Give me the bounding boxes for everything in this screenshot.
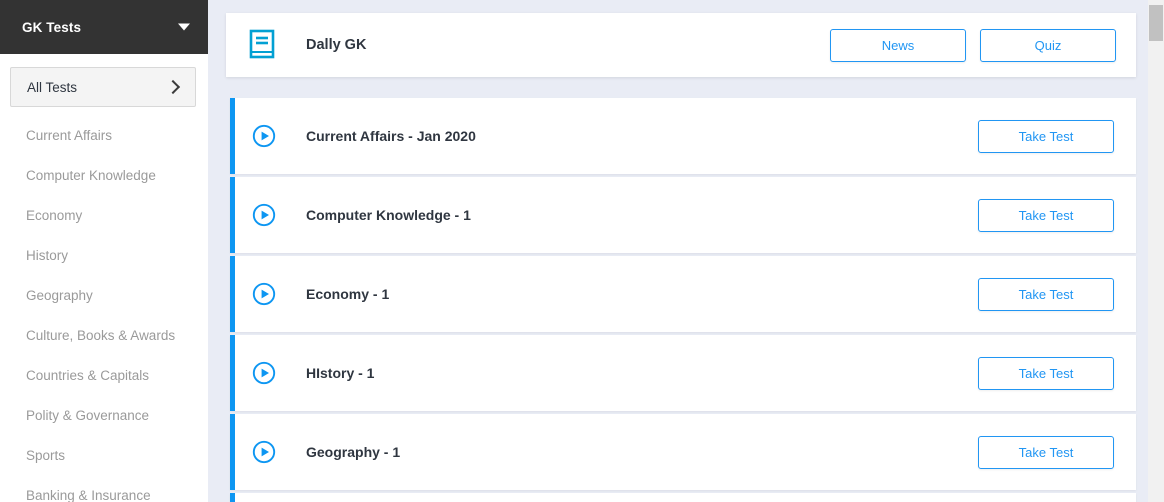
daily-gk-header-card: Dally GK News Quiz — [226, 13, 1136, 77]
sidebar-item-current-affairs[interactable]: Current Affairs — [0, 115, 208, 155]
quiz-button[interactable]: Quiz — [980, 28, 1116, 62]
take-test-button[interactable]: Take Test — [978, 277, 1114, 311]
sidebar-item-label: Countries & Capitals — [26, 367, 150, 383]
page-title: Dally GK — [306, 37, 367, 53]
news-button[interactable]: News — [830, 28, 966, 62]
sidebar-item-culture-books-awards[interactable]: Culture, Books & Awards — [0, 315, 208, 355]
play-circle-icon[interactable] — [252, 203, 276, 227]
test-list: Current Affairs - Jan 2020 Take Test Com… — [230, 98, 1136, 502]
sidebar-item-sports[interactable]: Sports — [0, 435, 208, 475]
sidebar-item-label: Polity & Governance — [26, 407, 150, 423]
sidebar-item-label: Economy — [26, 207, 83, 223]
row-accent-bar — [230, 335, 235, 411]
test-title: Geography - 1 — [306, 444, 401, 460]
sidebar-item-economy[interactable]: Economy — [0, 195, 208, 235]
play-circle-icon[interactable] — [252, 124, 276, 148]
chevron-right-icon — [165, 79, 181, 95]
row-accent-bar — [230, 414, 235, 490]
table-row[interactable]: Current Affairs - Jan 2020 Take Test — [230, 98, 1136, 174]
take-test-button[interactable]: Take Test — [978, 119, 1114, 153]
test-title: Computer Knowledge - 1 — [306, 207, 471, 223]
app-root: GK Tests All Tests Current Affairs Compu… — [0, 0, 1164, 502]
sidebar-item-label: Culture, Books & Awards — [26, 327, 176, 343]
take-test-button[interactable]: Take Test — [978, 198, 1114, 232]
take-test-button[interactable]: Take Test — [978, 435, 1114, 469]
sidebar: GK Tests All Tests Current Affairs Compu… — [0, 0, 208, 502]
sidebar-item-label: History — [26, 247, 69, 263]
main-content: Dally GK News Quiz Current Affairs - Jan… — [208, 0, 1148, 502]
play-circle-icon[interactable] — [252, 282, 276, 306]
sidebar-header[interactable]: GK Tests — [0, 0, 208, 54]
row-accent-bar — [230, 256, 235, 332]
table-row[interactable]: Computer Knowledge - 1 Take Test — [230, 177, 1136, 253]
take-test-button[interactable]: Take Test — [978, 356, 1114, 390]
table-row[interactable]: HIstory - 1 Take Test — [230, 335, 1136, 411]
table-row[interactable]: Economy - 1 Take Test — [230, 256, 1136, 332]
sidebar-item-label: Sports — [26, 447, 66, 463]
sidebar-title: GK Tests — [22, 19, 82, 35]
book-icon — [249, 29, 275, 59]
sidebar-item-countries-capitals[interactable]: Countries & Capitals — [0, 355, 208, 395]
test-title: Current Affairs - Jan 2020 — [306, 128, 476, 144]
table-row[interactable]: Geography - 1 Take Test — [230, 414, 1136, 490]
sidebar-item-all-tests[interactable]: All Tests — [10, 67, 196, 107]
test-title: Economy - 1 — [306, 286, 390, 302]
sidebar-item-label: Banking & Insurance — [26, 487, 151, 502]
sidebar-item-label: Computer Knowledge — [26, 167, 156, 183]
header-actions: News Quiz — [830, 28, 1116, 62]
sidebar-item-banking-insurance[interactable]: Banking & Insurance — [0, 475, 208, 502]
row-accent-bar — [230, 493, 235, 502]
chevron-down-icon[interactable] — [178, 23, 190, 31]
sidebar-item-label: All Tests — [27, 79, 78, 95]
sidebar-item-computer-knowledge[interactable]: Computer Knowledge — [0, 155, 208, 195]
play-circle-icon[interactable] — [252, 440, 276, 464]
sidebar-item-geography[interactable]: Geography — [0, 275, 208, 315]
vertical-scrollbar-track[interactable] — [1148, 0, 1164, 502]
play-circle-icon[interactable] — [252, 361, 276, 385]
sidebar-item-label: Geography — [26, 287, 93, 303]
vertical-scrollbar-thumb[interactable] — [1149, 5, 1163, 41]
sidebar-item-polity-governance[interactable]: Polity & Governance — [0, 395, 208, 435]
test-title: HIstory - 1 — [306, 365, 375, 381]
sidebar-item-history[interactable]: History — [0, 235, 208, 275]
table-row[interactable]: Take Test — [230, 493, 1136, 502]
row-accent-bar — [230, 177, 235, 253]
sidebar-nav-list: Current Affairs Computer Knowledge Econo… — [0, 115, 208, 502]
row-accent-bar — [230, 98, 235, 174]
sidebar-item-label: Current Affairs — [26, 127, 113, 143]
